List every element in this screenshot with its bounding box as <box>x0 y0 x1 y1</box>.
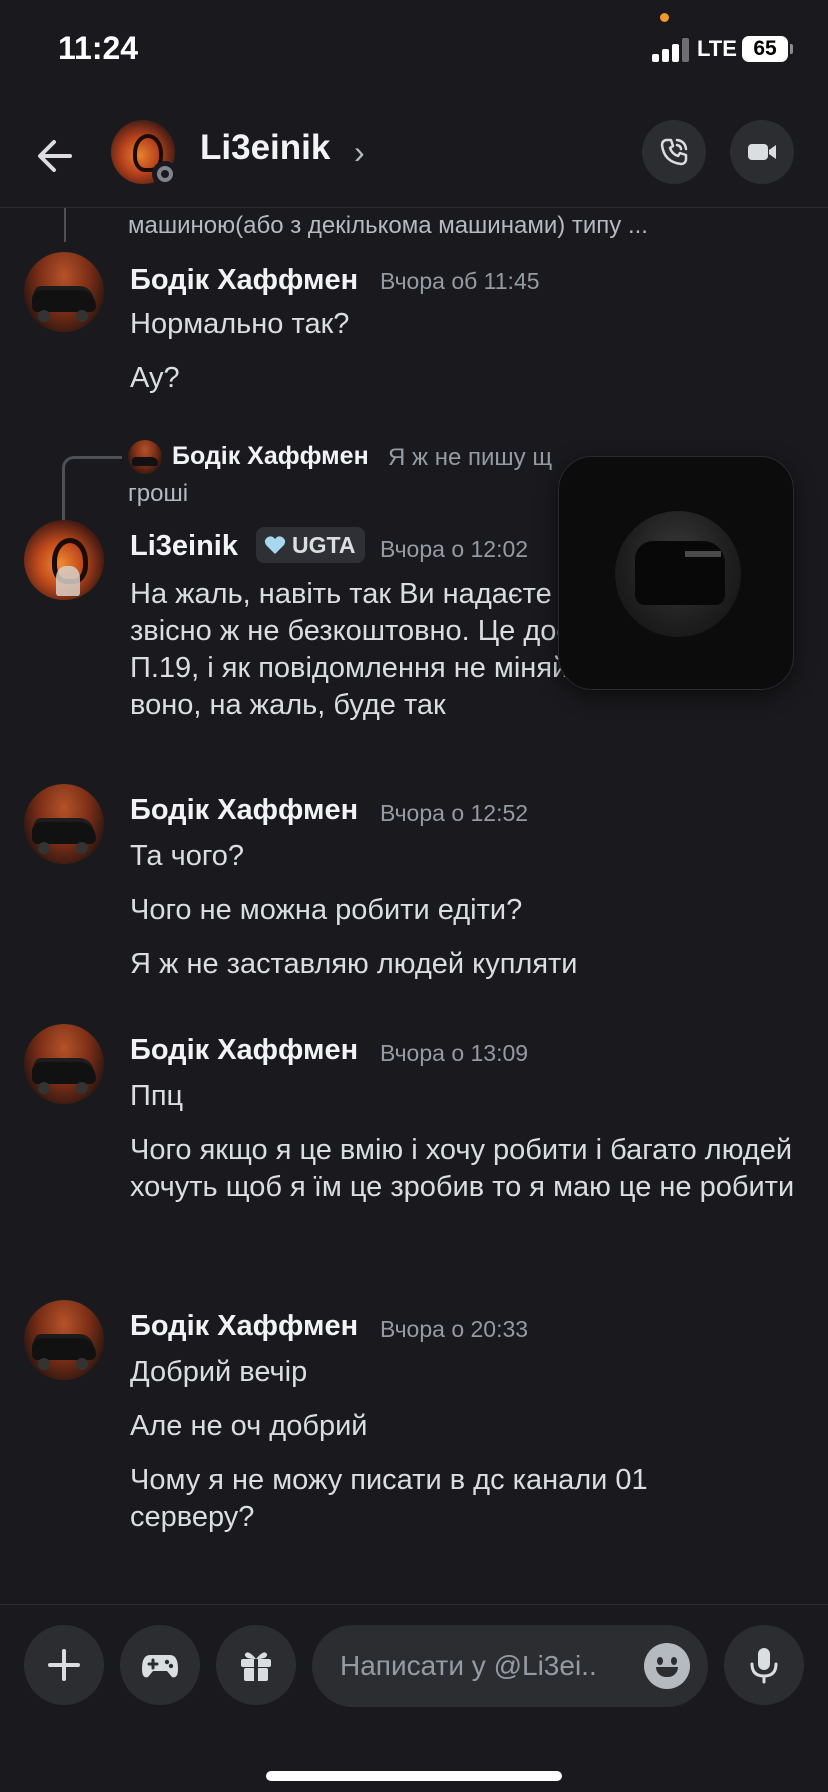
gift-icon <box>241 1652 271 1681</box>
emoji-icon[interactable] <box>644 1643 690 1689</box>
call-pip-window[interactable] <box>558 456 794 690</box>
reply-preview-text[interactable]: гроші <box>128 480 188 508</box>
message-timestamp: Вчора о 12:52 <box>380 800 529 826</box>
message-timestamp: Вчора о 12:02 <box>380 536 529 562</box>
reply-connector <box>64 208 66 242</box>
message-text: Ппц <box>130 1080 184 1112</box>
message-author[interactable]: Бодік Хаффмен <box>130 1034 358 1067</box>
message-list[interactable]: машиною(або з декількома машинами) типу … <box>0 208 828 1604</box>
status-time: 11:24 <box>58 30 139 66</box>
message-text: Чого не можна робити едіти? <box>130 894 523 926</box>
microphone-icon <box>750 1648 778 1684</box>
activities-button[interactable] <box>120 1625 200 1705</box>
message-author[interactable]: Li3einik <box>130 530 238 563</box>
heart-icon <box>264 536 286 554</box>
reply-author[interactable]: Бодік Хаффмен <box>172 442 369 471</box>
message-text: Чому я не можу писати в дс канали 01 сер… <box>130 1464 648 1533</box>
message-text: Ау? <box>130 362 180 394</box>
signal-icon <box>652 38 692 62</box>
offline-status-icon <box>152 161 178 187</box>
contact-name[interactable]: Li3einik <box>200 128 330 168</box>
avatar[interactable] <box>24 784 104 864</box>
role-badge[interactable]: UGTA <box>256 527 366 563</box>
role-badge-label: UGTA <box>292 531 356 558</box>
plus-icon <box>48 1649 80 1681</box>
message-text: Та чого? <box>130 840 245 872</box>
gamepad-icon <box>142 1655 178 1678</box>
video-camera-icon <box>748 144 776 160</box>
message-text: Нормально так? <box>130 308 350 340</box>
attach-button[interactable] <box>24 1625 104 1705</box>
message-text: Я ж не заставляю людей купляти <box>130 948 578 980</box>
reply-preview-text[interactable]: Я ж не пишу щ <box>388 444 552 472</box>
status-bar: 11:24 LTE 65 <box>0 0 828 100</box>
message-text: Але не оч добрий <box>130 1410 368 1442</box>
avatar[interactable] <box>24 1300 104 1380</box>
back-button[interactable] <box>30 130 82 182</box>
phone-icon <box>660 138 688 166</box>
message-author[interactable]: Бодік Хаффмен <box>130 1310 358 1343</box>
avatar[interactable] <box>24 520 104 600</box>
battery-icon: 65 <box>742 36 793 62</box>
message-timestamp: Вчора о 13:09 <box>380 1040 529 1066</box>
avatar[interactable] <box>24 252 104 332</box>
message-timestamp: Вчора о 20:33 <box>380 1316 529 1342</box>
composer-bar <box>0 1604 828 1792</box>
message-input-wrapper[interactable] <box>312 1625 708 1707</box>
avatar <box>128 440 162 474</box>
voice-message-button[interactable] <box>724 1625 804 1705</box>
message-input[interactable] <box>340 1625 640 1707</box>
video-call-button[interactable] <box>730 120 794 184</box>
network-type: LTE <box>697 36 737 61</box>
message-author[interactable]: Бодік Хаффмен <box>130 794 358 827</box>
message-timestamp: Вчора об 11:45 <box>380 268 540 294</box>
reply-connector <box>62 456 122 524</box>
message-text: Чого якщо я це вмію і хочу робити і бага… <box>130 1134 795 1203</box>
avatar[interactable] <box>24 1024 104 1104</box>
home-indicator[interactable] <box>266 1771 562 1781</box>
chat-header: Li3einik › <box>0 100 828 208</box>
reply-preview-text[interactable]: машиною(або з декількома машинами) типу … <box>128 212 648 240</box>
privacy-indicator-dot <box>660 13 669 22</box>
arrow-left-icon <box>38 140 72 172</box>
gift-button[interactable] <box>216 1625 296 1705</box>
message-author[interactable]: Бодік Хаффмен <box>130 264 358 297</box>
chevron-right-icon[interactable]: › <box>354 134 365 171</box>
call-button[interactable] <box>642 120 706 184</box>
message-text: Добрий вечір <box>130 1356 308 1388</box>
avatar <box>615 511 741 637</box>
